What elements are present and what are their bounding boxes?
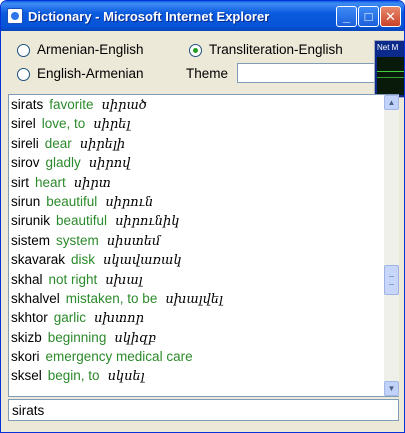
entry-armenian: սիրել xyxy=(93,117,131,133)
entry-transliteration: sireli xyxy=(11,135,39,151)
list-item[interactable]: sirel love, to սիրել xyxy=(11,114,381,133)
entry-transliteration: sirunik xyxy=(11,213,51,229)
entry-english: garlic xyxy=(53,310,87,326)
net-meter-graph xyxy=(377,57,404,95)
entry-english: beautiful xyxy=(46,193,98,209)
entry-transliteration: skhalvel xyxy=(11,290,60,306)
close-icon: ✕ xyxy=(385,9,396,24)
list-item[interactable]: sirov gladly սիրով xyxy=(11,153,381,172)
arrow-up-icon: ▲ xyxy=(387,98,396,107)
browser-window: Dictionary - Microsoft Internet Explorer… xyxy=(0,0,405,433)
entry-english: favorite xyxy=(49,97,94,112)
radio-english-armenian[interactable] xyxy=(17,68,30,81)
word-list-rows: sirats favorite սիրած sirel love, to սիրել sir… xyxy=(11,95,381,396)
list-item[interactable]: skhtor garlic սխտոր xyxy=(11,308,381,327)
entry-transliteration: skhtor xyxy=(11,310,48,326)
entry-english: emergency medical care xyxy=(45,349,193,365)
list-item[interactable]: sirunik beautiful սիրունիկ xyxy=(11,211,381,230)
entry-english: beautiful xyxy=(56,213,108,229)
entry-transliteration: skavarak xyxy=(11,252,66,268)
window-title: Dictionary - Microsoft Internet Explorer xyxy=(28,9,270,24)
entry-transliteration: sirel xyxy=(11,116,36,132)
entry-armenian: սիրելի xyxy=(79,136,126,152)
list-item[interactable]: sksel begin, to սկսել xyxy=(11,366,381,385)
radio-armenian-english[interactable] xyxy=(17,44,30,57)
entry-english: disk xyxy=(71,252,96,268)
scroll-up-button[interactable]: ▲ xyxy=(384,95,399,110)
entry-armenian: սիրունիկ xyxy=(115,214,180,230)
list-item[interactable]: sirats favorite սիրած xyxy=(11,95,381,114)
list-item[interactable]: sistem system սիստեմ xyxy=(11,231,381,250)
ie-icon xyxy=(7,8,23,24)
entry-transliteration: sirt xyxy=(11,174,29,190)
entry-transliteration: skori xyxy=(11,349,40,365)
net-meter-title: Net M xyxy=(377,43,399,52)
list-item[interactable]: skhal not right սխալ xyxy=(11,270,381,289)
entry-english: love, to xyxy=(41,116,86,132)
entry-transliteration: skhal xyxy=(11,271,43,287)
list-item[interactable]: sireli dear սիրելի xyxy=(11,134,381,153)
entry-armenian: սխտոր xyxy=(94,311,144,327)
label-transliteration-english[interactable]: Transliteration-English xyxy=(209,42,343,57)
scroll-down-button[interactable]: ▼ xyxy=(384,381,399,396)
close-button[interactable]: ✕ xyxy=(380,6,401,27)
maximize-icon: □ xyxy=(364,9,373,24)
entry-armenian: սիստեմ xyxy=(106,233,161,249)
title-bar[interactable]: Dictionary - Microsoft Internet Explorer… xyxy=(1,1,404,31)
minimize-icon: _ xyxy=(342,9,351,24)
entry-armenian: սիրուն xyxy=(105,194,154,210)
entry-transliteration: sistem xyxy=(11,232,51,248)
entry-armenian: սիրած xyxy=(101,98,147,113)
entry-transliteration: sirun xyxy=(11,193,41,209)
entry-armenian: սիրտ xyxy=(73,175,111,191)
entry-english: mistaken, to be xyxy=(65,290,158,306)
entry-transliteration: sksel xyxy=(11,368,42,384)
entry-english: heart xyxy=(35,174,66,190)
theme-label: Theme xyxy=(186,66,229,81)
entry-armenian: սխալվել xyxy=(165,291,223,307)
radio-transliteration-english[interactable] xyxy=(189,44,202,57)
list-item[interactable]: skavarak disk սկավառակ xyxy=(11,250,381,269)
entry-english: not right xyxy=(48,271,98,287)
entry-armenian: սկսել xyxy=(107,369,145,385)
entry-armenian: սկիզբ xyxy=(114,330,157,346)
list-item[interactable]: sirun beautiful սիրուն xyxy=(11,192,381,211)
entry-english: system xyxy=(56,232,99,248)
list-item[interactable]: skori emergency medical care xyxy=(11,347,381,366)
entry-armenian: սիրով xyxy=(88,156,131,172)
label-english-armenian[interactable]: English-Armenian xyxy=(37,66,144,81)
minimize-button[interactable]: _ xyxy=(336,6,357,27)
entry-armenian: սխալ xyxy=(105,272,143,288)
net-meter-line xyxy=(377,77,404,78)
word-list[interactable]: sirats favorite սիրած sirel love, to սիրել sir… xyxy=(8,94,399,397)
list-item[interactable]: skhalvel mistaken, to be սխալվել xyxy=(11,289,381,308)
dictionary-options: Armenian-English Transliteration-English… xyxy=(1,31,404,91)
entry-english: dear xyxy=(44,135,72,151)
net-meter-line xyxy=(377,71,404,72)
entry-english: gladly xyxy=(45,155,81,171)
list-item[interactable]: sirt heart սիրտ xyxy=(11,173,381,192)
net-meter-widget[interactable]: Net M xyxy=(374,40,404,98)
entry-english: begin, to xyxy=(47,368,100,384)
search-input[interactable] xyxy=(8,399,399,421)
label-armenian-english[interactable]: Armenian-English xyxy=(37,42,144,57)
entry-armenian: սկավառակ xyxy=(103,253,182,269)
vertical-scrollbar[interactable]: ▲ ▼ xyxy=(384,95,399,396)
entry-transliteration: sirov xyxy=(11,155,40,171)
list-item[interactable]: skizb beginning սկիզբ xyxy=(11,328,381,347)
entry-english: beginning xyxy=(47,329,107,345)
entry-transliteration: skizb xyxy=(11,329,42,345)
scrollbar-thumb[interactable] xyxy=(384,265,399,295)
arrow-down-icon: ▼ xyxy=(387,384,396,393)
maximize-button[interactable]: □ xyxy=(358,6,379,27)
entry-transliteration: sirats xyxy=(11,97,44,112)
